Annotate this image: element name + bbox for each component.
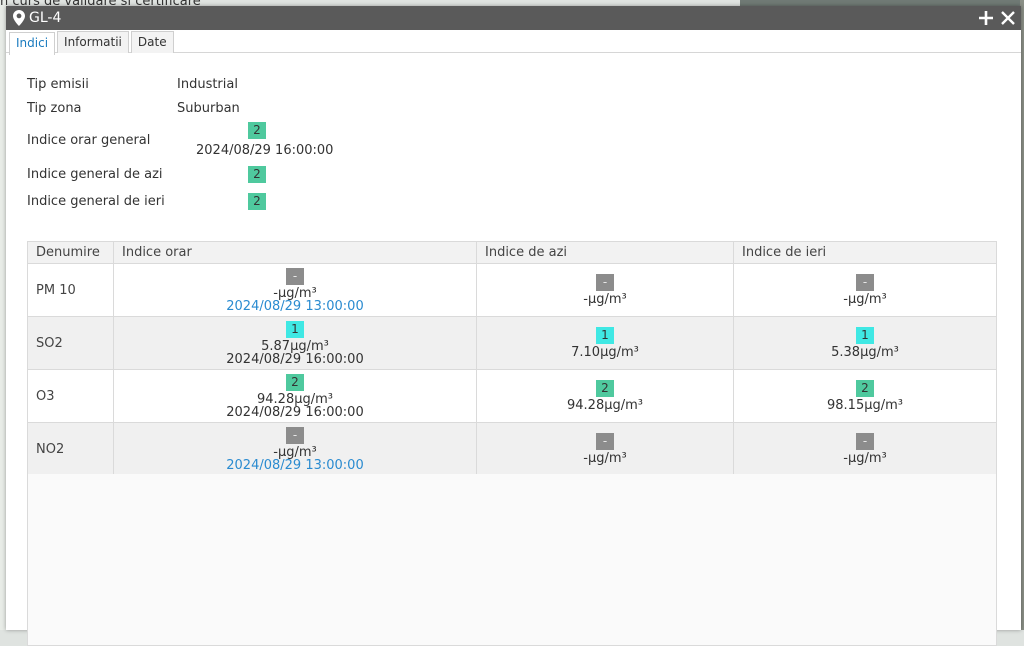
- expand-button[interactable]: [977, 9, 995, 27]
- yesterday-value: -µg/m³: [843, 292, 887, 307]
- table-header-row: Denumire Indice orar Indice de azi Indic…: [27, 241, 997, 264]
- index-badge: -: [856, 274, 874, 291]
- table-row[interactable]: NO2 - -µg/m³ 2024/08/29 13:00:00 - -µg/m…: [27, 422, 997, 476]
- index-badge: 1: [286, 320, 304, 338]
- hourly-value: -µg/m³: [273, 444, 317, 460]
- indice-azi-label: Indice general de azi: [27, 167, 163, 182]
- hourly-value: 94.28µg/m³: [257, 391, 333, 407]
- hourly-value: -µg/m³: [273, 285, 317, 301]
- pollutant-name: NO2: [27, 422, 114, 476]
- pollutant-name: O3: [27, 369, 114, 423]
- tab-date[interactable]: Date: [130, 31, 174, 53]
- close-button[interactable]: [999, 9, 1017, 27]
- index-badge: 2: [286, 373, 304, 391]
- today-value: -µg/m³: [583, 292, 627, 307]
- indice-orar-general-badge: 2: [248, 122, 266, 139]
- station-popup: GL-4 Indici Informatii Date Tip emisii I…: [6, 6, 1021, 646]
- tip-emisii-label: Tip emisii: [27, 77, 89, 92]
- plus-icon: [979, 11, 993, 25]
- yesterday-value: 98.15µg/m³: [827, 398, 903, 413]
- tab-indici[interactable]: Indici: [9, 32, 56, 55]
- indice-azi-badge: 2: [248, 166, 266, 183]
- tab-informatii[interactable]: Informatii: [57, 31, 129, 53]
- today-value: 7.10µg/m³: [571, 345, 639, 360]
- hourly-time: 2024/08/29 16:00:00: [226, 351, 364, 367]
- tip-zona-value: Suburban: [177, 101, 240, 116]
- index-badge: 1: [856, 327, 874, 344]
- index-badge: 1: [596, 327, 614, 344]
- index-badge: -: [286, 426, 304, 444]
- tip-zona-label: Tip zona: [27, 101, 82, 116]
- today-value: -µg/m³: [583, 451, 627, 466]
- yesterday-value: 5.38µg/m³: [831, 345, 899, 360]
- yesterday-value: -µg/m³: [843, 451, 887, 466]
- tip-emisii-value: Industrial: [177, 77, 238, 92]
- close-icon: [1001, 11, 1015, 25]
- index-badge: -: [596, 433, 614, 450]
- indice-orar-general-label: Indice orar general: [27, 133, 151, 148]
- table-empty-area: [27, 474, 997, 646]
- index-badge: -: [286, 267, 304, 285]
- tab-bar: Indici Informatii Date: [6, 30, 1021, 55]
- today-value: 94.28µg/m³: [567, 398, 643, 413]
- popup-title: GL-4: [29, 10, 62, 26]
- col-indice-orar[interactable]: Indice orar: [113, 241, 477, 264]
- hourly-time: 2024/08/29 16:00:00: [226, 404, 364, 420]
- hourly-time-link[interactable]: 2024/08/29 13:00:00: [226, 300, 363, 313]
- table-row[interactable]: O3 2 94.28µg/m³ 2024/08/29 16:00:00 2 94…: [27, 369, 997, 423]
- index-badge: -: [596, 274, 614, 291]
- col-indice-azi[interactable]: Indice de azi: [476, 241, 734, 264]
- popup-titlebar[interactable]: GL-4: [6, 6, 1021, 30]
- indice-orar-general-time: 2024/08/29 16:00:00: [196, 143, 334, 158]
- col-denumire[interactable]: Denumire: [27, 241, 114, 264]
- table-row[interactable]: SO2 1 5.87µg/m³ 2024/08/29 16:00:00 1 7.…: [27, 316, 997, 370]
- index-badge: 2: [596, 380, 614, 397]
- pollutants-table: Denumire Indice orar Indice de azi Indic…: [27, 241, 997, 476]
- location-pin-icon: [13, 10, 25, 26]
- indice-ieri-badge: 2: [248, 193, 266, 210]
- hourly-time-link[interactable]: 2024/08/29 13:00:00: [226, 459, 363, 472]
- pollutant-name: SO2: [27, 316, 114, 370]
- index-badge: -: [856, 433, 874, 450]
- indice-ieri-label: Indice general de ieri: [27, 194, 165, 209]
- pollutant-name: PM 10: [27, 263, 114, 317]
- col-indice-ieri[interactable]: Indice de ieri: [733, 241, 997, 264]
- index-badge: 2: [856, 380, 874, 397]
- table-row[interactable]: PM 10 - -µg/m³ 2024/08/29 13:00:00 - -µg…: [27, 263, 997, 317]
- hourly-value: 5.87µg/m³: [261, 338, 329, 354]
